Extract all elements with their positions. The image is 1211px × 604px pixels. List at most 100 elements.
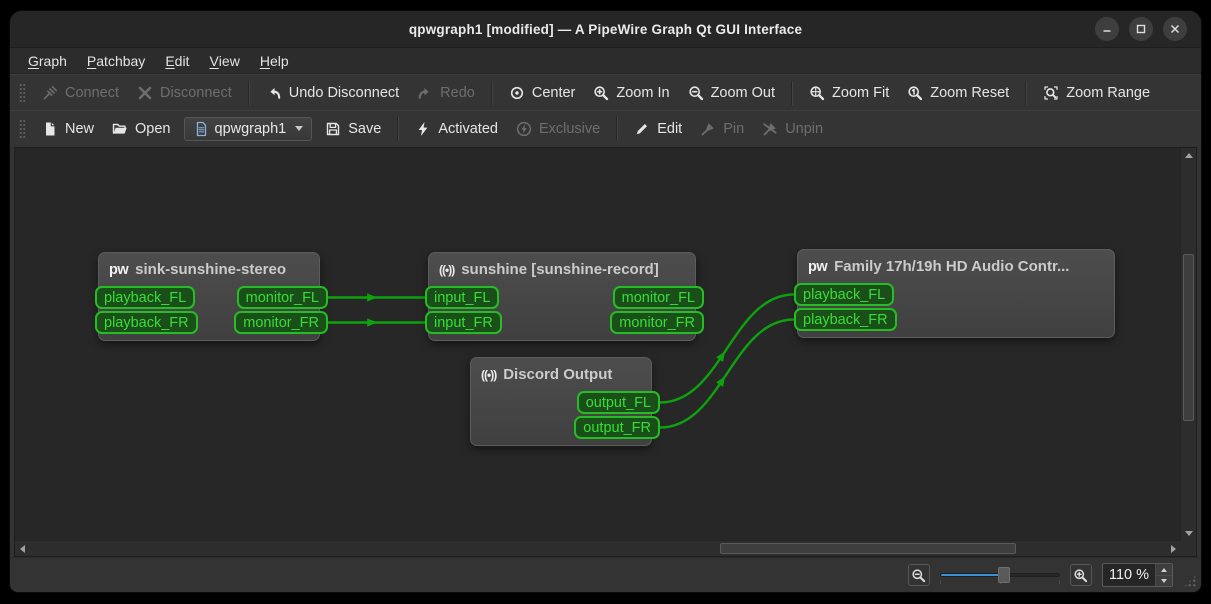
center-label: Center <box>531 84 576 101</box>
vertical-scroll-thumb[interactable] <box>1183 254 1194 421</box>
zoom-in-button[interactable] <box>1069 564 1092 586</box>
exclusive-button[interactable]: Exclusive <box>507 116 609 142</box>
activated-icon <box>415 121 431 137</box>
spin-down-button[interactable] <box>1156 575 1172 586</box>
port-playback_FR[interactable]: playback_FR <box>794 308 897 331</box>
graph-viewport[interactable]: pw sink-sunshine-stereo playback_FL monitor… <box>15 148 1180 540</box>
center-button[interactable]: Center <box>500 80 585 106</box>
zoom-slider[interactable] <box>939 565 1060 585</box>
scroll-down-button[interactable] <box>1181 526 1196 540</box>
toolbar-separator <box>397 116 400 141</box>
zoom-range-button[interactable]: Zoom Range <box>1034 80 1159 106</box>
port-monitor_FR[interactable]: monitor_FR <box>610 311 704 334</box>
scroll-left-button[interactable] <box>15 541 29 556</box>
port-input_FR[interactable]: input_FR <box>425 311 502 334</box>
window-title: qpwgraph1 [modified] — A PipeWire Graph … <box>408 21 803 37</box>
toolbar-drag-handle[interactable] <box>19 118 26 139</box>
port-playback_FL[interactable]: playback_FL <box>95 286 196 309</box>
port-input_FL[interactable]: input_FL <box>425 286 500 309</box>
zoom-value[interactable]: 110 % <box>1103 567 1155 583</box>
port-output_FR[interactable]: output_FR <box>574 416 660 439</box>
node-sink-sunshine-stereo[interactable]: pw sink-sunshine-stereo playback_FLmonitor… <box>95 252 328 341</box>
connect-label: Connect <box>65 84 120 101</box>
node-title-text: Discord Output <box>503 366 613 383</box>
edit-label: Edit <box>657 120 683 137</box>
zoom-range-label: Zoom Range <box>1066 84 1151 101</box>
toolbar-separator <box>791 80 794 105</box>
port-output_FL[interactable]: output_FL <box>576 391 660 414</box>
node-title: pw sink-sunshine-stereo <box>99 253 319 286</box>
save-icon <box>325 121 341 137</box>
disconnect-label: Disconnect <box>160 84 232 101</box>
arrow-up-icon <box>1184 152 1193 158</box>
menu-patchbay[interactable]: Patchbay <box>77 48 155 73</box>
chevron-down-icon <box>295 126 304 131</box>
zoom-reset-label: Zoom Reset <box>930 84 1010 101</box>
zoom-fit-button[interactable]: Zoom Fit <box>800 80 898 106</box>
zoom-out-icon <box>912 568 926 582</box>
toolbar-patchbay: New Open qpwgraph1 Save Activated Exclusive Ed… <box>10 110 1201 146</box>
unpin-button[interactable]: Unpin <box>753 116 832 142</box>
zoom-fit-icon <box>809 85 825 101</box>
redo-button[interactable]: Redo <box>408 80 484 106</box>
scroll-up-button[interactable] <box>1181 148 1196 162</box>
zoom-reset-button[interactable]: Zoom Reset <box>898 80 1018 106</box>
arrow-left-icon <box>19 544 25 553</box>
zoom-in-icon <box>593 85 609 101</box>
port-monitor_FL[interactable]: monitor_FL <box>612 286 704 309</box>
menu-graph[interactable]: Graph <box>18 48 77 73</box>
port-monitor_FR[interactable]: monitor_FR <box>234 311 328 334</box>
resize-grip[interactable] <box>1183 574 1197 588</box>
menu-help[interactable]: Help <box>250 48 299 73</box>
activated-button[interactable]: Activated <box>406 116 507 142</box>
node-discord-output[interactable]: ((•)) Discord Output output_FL output_FR <box>470 357 660 446</box>
stream-icon: ((•)) <box>439 262 455 277</box>
toolbar-drag-handle[interactable] <box>19 82 26 103</box>
zoom-in-label: Zoom In <box>616 84 670 101</box>
zoom-slider-handle[interactable] <box>997 567 1010 583</box>
open-button[interactable]: Open <box>103 116 179 142</box>
disconnect-button[interactable]: Disconnect <box>128 80 241 106</box>
pipewire-icon: pw <box>808 258 828 275</box>
zoom-in-button[interactable]: Zoom In <box>584 80 678 106</box>
zoom-spinbox[interactable]: 110 % <box>1101 563 1173 587</box>
node-title: ((•)) Discord Output <box>471 358 651 391</box>
connect-button[interactable]: Connect <box>33 80 128 106</box>
minimize-button[interactable] <box>1095 17 1119 41</box>
minimize-icon <box>1103 30 1111 32</box>
edit-button[interactable]: Edit <box>625 116 691 142</box>
graph-canvas[interactable]: pw sink-sunshine-stereo playback_FL monitor… <box>14 147 1197 557</box>
menu-view[interactable]: View <box>199 48 249 73</box>
port-monitor_FL[interactable]: monitor_FL <box>236 286 328 309</box>
disconnect-icon <box>137 85 153 101</box>
patchbay-file-dropdown[interactable]: qpwgraph1 <box>183 116 313 141</box>
node-family-hd-audio[interactable]: pw Family 17h/19h HD Audio Contr... playba… <box>794 249 1115 338</box>
zoom-range-icon <box>1043 85 1059 101</box>
menu-edit[interactable]: Edit <box>155 48 199 73</box>
zoom-out-button[interactable]: Zoom Out <box>679 80 784 106</box>
horizontal-scrollbar[interactable] <box>15 540 1180 556</box>
horizontal-scroll-thumb[interactable] <box>720 543 1016 554</box>
spin-up-button[interactable] <box>1156 564 1172 575</box>
app-window: qpwgraph1 [modified] — A PipeWire Graph … <box>10 11 1201 592</box>
scrollbar-corner <box>1180 540 1196 556</box>
maximize-button[interactable] <box>1129 17 1153 41</box>
port-playback_FL[interactable]: playback_FL <box>794 283 895 306</box>
port-playback_FR[interactable]: playback_FR <box>95 311 198 334</box>
vertical-scrollbar[interactable] <box>1180 148 1196 540</box>
zoom-out-button[interactable] <box>907 564 930 586</box>
save-button[interactable]: Save <box>316 116 390 142</box>
center-icon <box>509 85 525 101</box>
pin-button[interactable]: Pin <box>691 116 753 142</box>
stream-icon: ((•)) <box>481 367 497 382</box>
close-button[interactable] <box>1163 17 1187 41</box>
new-button[interactable]: New <box>33 116 103 142</box>
node-sunshine[interactable]: ((•)) sunshine [sunshine-record] input_FL m… <box>425 252 704 341</box>
scroll-right-button[interactable] <box>1166 541 1180 556</box>
open-label: Open <box>135 120 171 137</box>
titlebar[interactable]: qpwgraph1 [modified] — A PipeWire Graph … <box>10 11 1201 48</box>
undo-disconnect-button[interactable]: Undo Disconnect <box>257 80 408 106</box>
edit-icon <box>634 121 650 137</box>
undo-icon <box>266 85 282 101</box>
zoom-reset-icon <box>907 85 923 101</box>
